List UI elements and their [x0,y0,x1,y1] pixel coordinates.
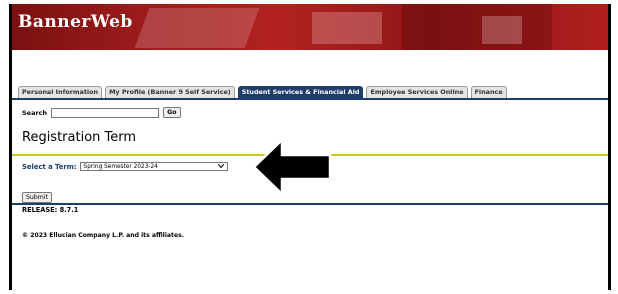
browser-frame: BannerWeb Personal Information My Profil… [9,4,611,290]
left-arrow-icon [252,138,332,196]
tab-my-profile[interactable]: My Profile (Banner 9 Self Service) [105,86,235,98]
tab-divider [12,98,608,100]
copyright-text: © 2023 Ellucian Company L.P. and its aff… [22,232,185,239]
tab-finance[interactable]: Finance [470,86,507,98]
term-selector: Select a Term: Spring Semester 2023-24 [22,162,228,171]
page-title: Registration Term [22,130,137,145]
term-select-value: Spring Semester 2023-24 [83,163,158,170]
search-input[interactable] [51,107,160,118]
term-select[interactable]: Spring Semester 2023-24 [79,162,228,171]
bannerweb-logo: BannerWeb [18,12,133,32]
tab-personal-information[interactable]: Personal Information [18,86,103,98]
tab-employee-services[interactable]: Employee Services Online [366,86,468,98]
term-label: Select a Term: [22,162,77,171]
search-label: Search [22,108,48,117]
tab-student-services[interactable]: Student Services & Financial Aid [237,86,364,98]
release-version: RELEASE: 8.7.1 [22,206,79,214]
go-button[interactable]: Go [163,107,181,118]
tab-bar: Personal Information My Profile (Banner … [18,86,507,98]
search-bar: Search Go [22,107,181,118]
chevron-down-icon [217,163,224,170]
footer-divider [12,203,608,205]
header-banner: BannerWeb [12,4,608,50]
submit-button[interactable]: Submit [22,192,52,203]
